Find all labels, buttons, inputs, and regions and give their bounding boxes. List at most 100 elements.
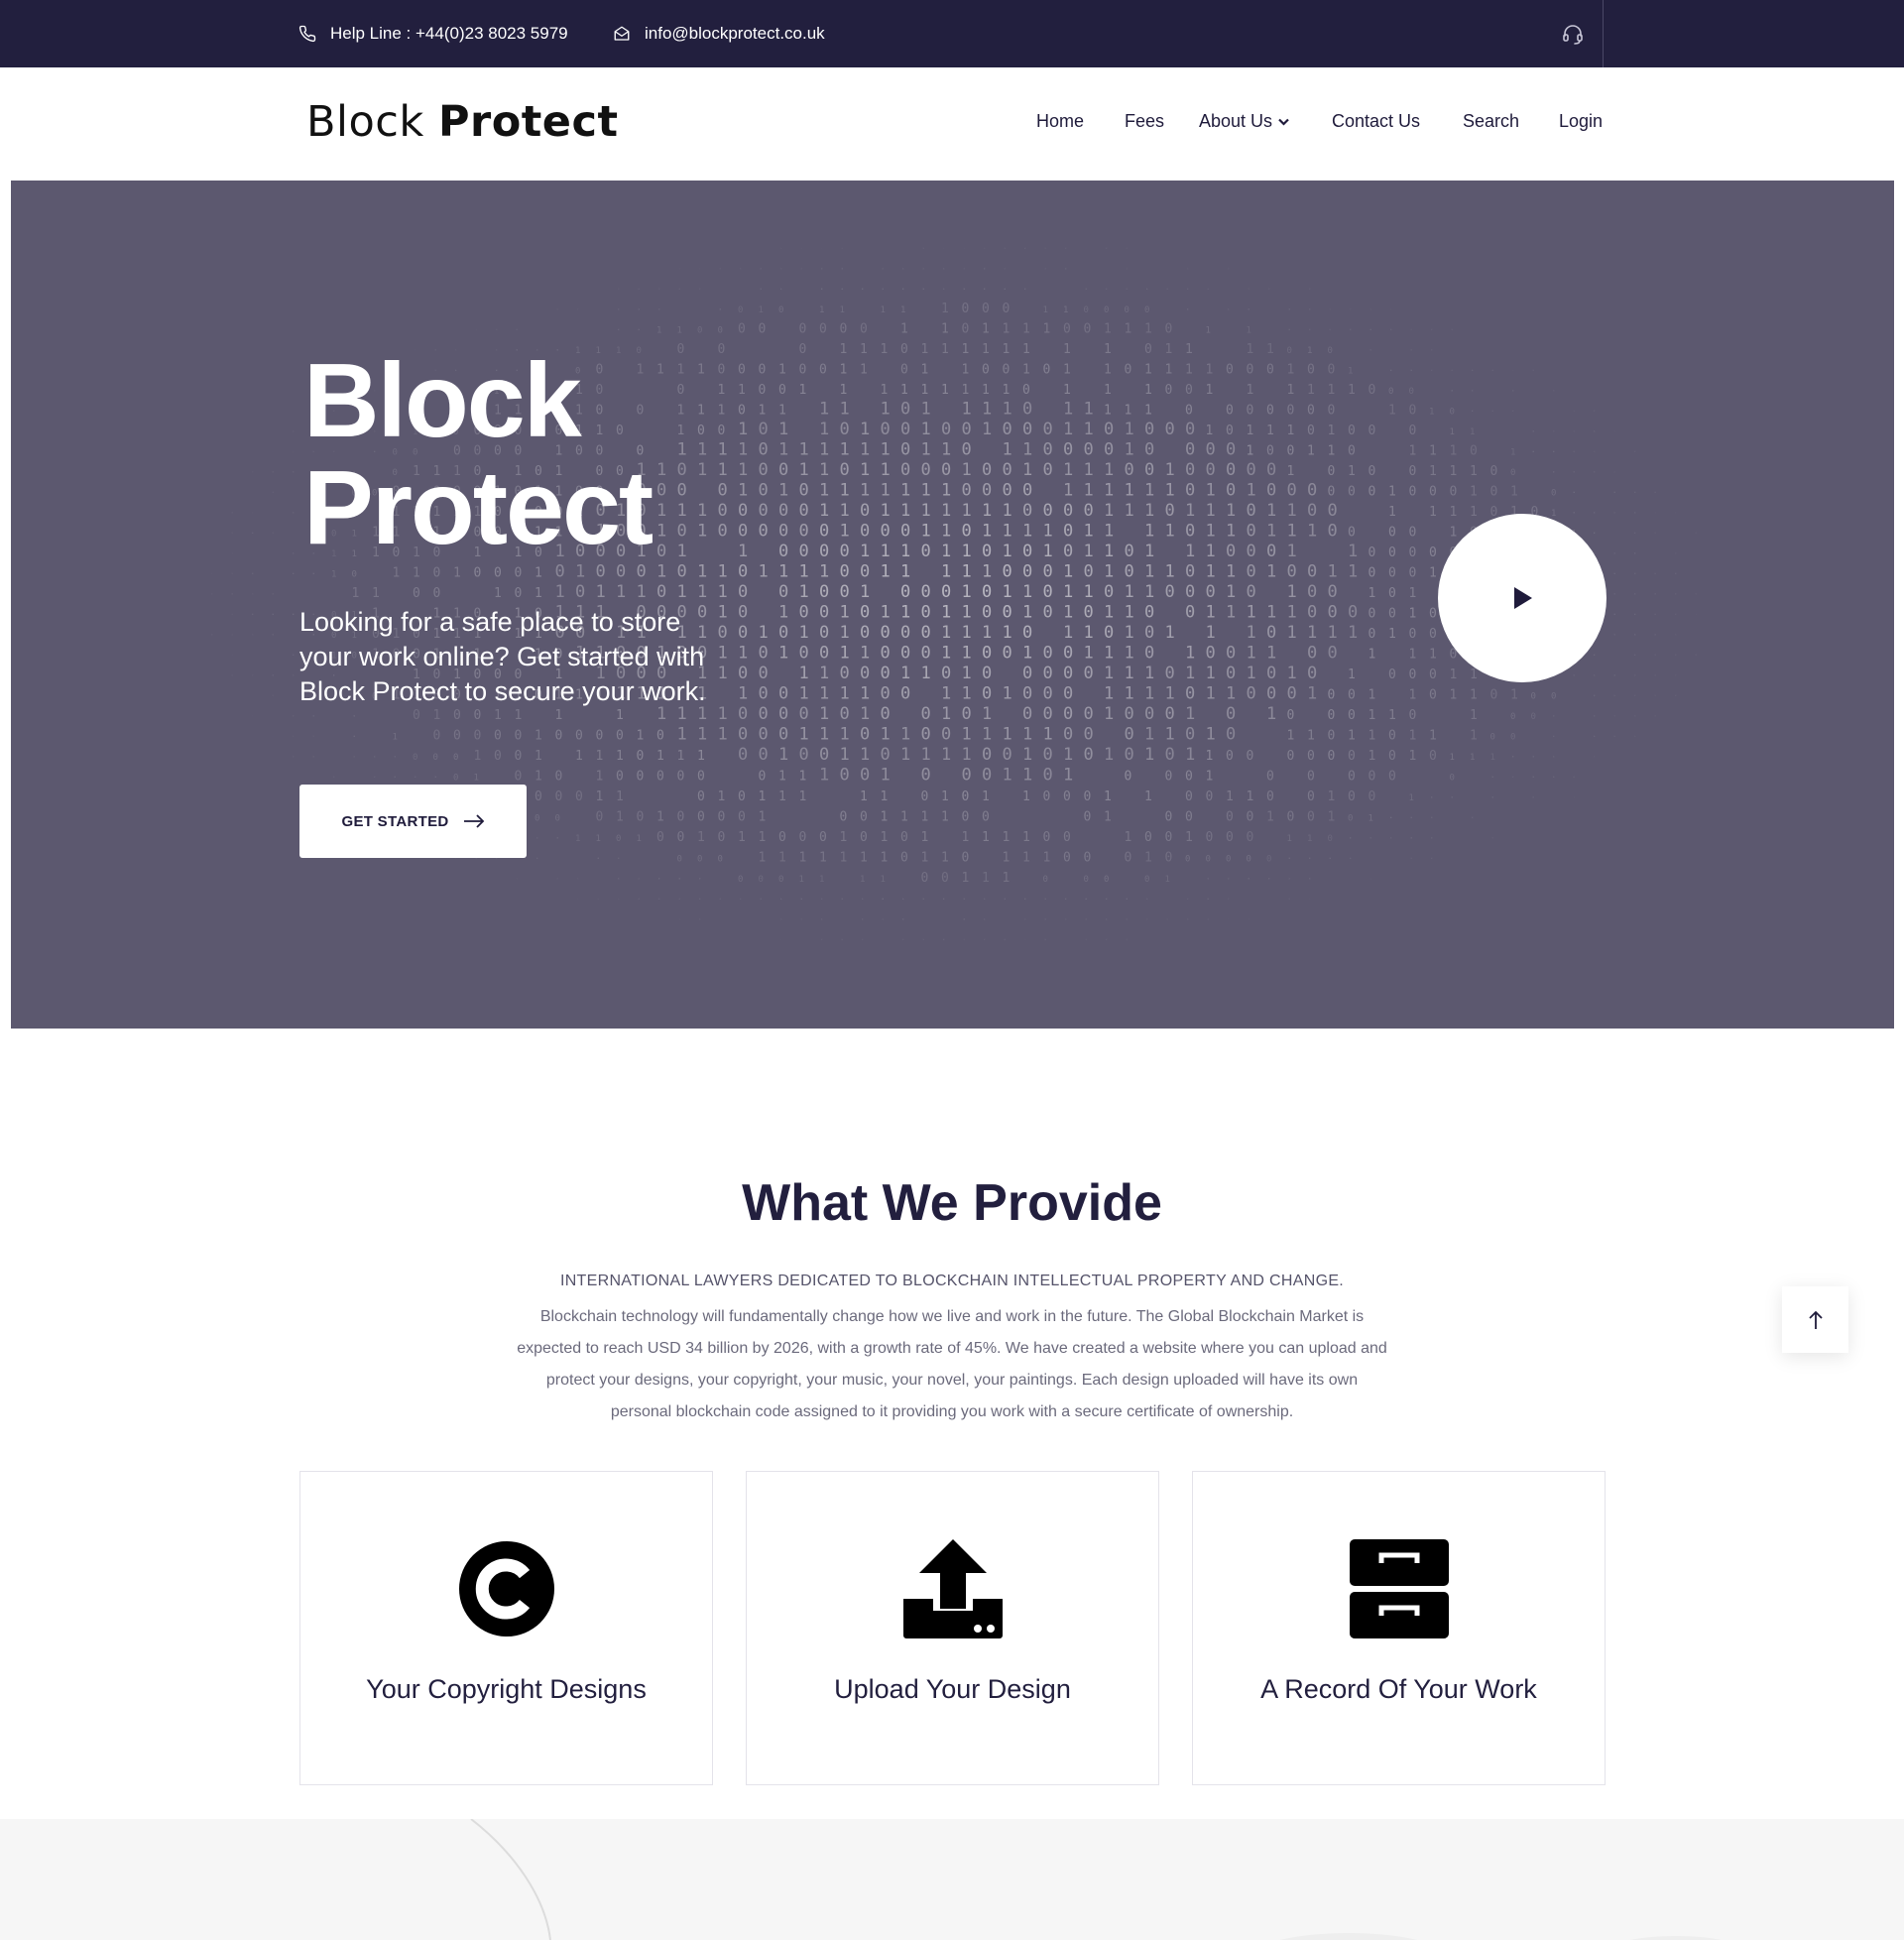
svg-text:·: · (1409, 814, 1414, 824)
svg-text:·: · (291, 549, 296, 559)
svg-text:0: 0 (900, 420, 910, 439)
svg-text:0: 0 (1043, 766, 1053, 786)
nav-search[interactable]: Search (1463, 111, 1519, 132)
svg-text:0: 0 (1206, 582, 1216, 602)
svg-text:1: 1 (677, 363, 685, 378)
svg-text:0: 0 (759, 481, 769, 501)
svg-text:1: 1 (1206, 424, 1214, 438)
svg-text:·: · (575, 305, 580, 315)
svg-text:·: · (291, 733, 296, 743)
svg-text:1: 1 (860, 684, 870, 704)
svg-text:0: 0 (1063, 684, 1073, 704)
svg-text:0: 0 (1388, 526, 1396, 541)
svg-text:·: · (291, 753, 296, 763)
svg-text:0: 0 (1368, 383, 1376, 398)
helpline[interactable]: Help Line : +44(0)23 8023 5979 (298, 0, 568, 67)
svg-text:0: 0 (677, 522, 687, 542)
svg-text:·: · (1022, 936, 1027, 946)
svg-text:1: 1 (1307, 623, 1317, 643)
svg-text:1: 1 (1125, 603, 1134, 623)
chevron-down-icon (1278, 118, 1289, 126)
svg-text:1: 1 (1206, 542, 1216, 561)
svg-text:1: 1 (1165, 481, 1175, 501)
svg-text:1: 1 (962, 383, 970, 398)
svg-text:0: 0 (1165, 420, 1175, 439)
svg-text:·: · (1247, 305, 1251, 315)
nav-fees[interactable]: Fees (1125, 111, 1164, 132)
svg-text:1: 1 (1388, 708, 1396, 723)
svg-text:0: 0 (738, 704, 748, 724)
svg-text:0: 0 (1490, 464, 1498, 479)
svg-text:0: 0 (962, 420, 972, 439)
svg-text:·: · (921, 245, 926, 255)
svg-text:0: 0 (840, 582, 850, 602)
svg-text:1: 1 (637, 729, 645, 744)
svg-text:0: 0 (575, 729, 583, 744)
svg-text:·: · (1612, 427, 1617, 437)
svg-text:1: 1 (596, 789, 604, 804)
nav-home[interactable]: Home (1036, 111, 1084, 132)
svg-text:1: 1 (1226, 603, 1236, 623)
svg-text:0: 0 (1490, 688, 1498, 703)
svg-text:·: · (250, 671, 255, 681)
hero-banner: · · · · · · · · · · · · · · · · · · · · · · · · · · · · · · · · · · · · · · · ·… (11, 181, 1894, 1029)
svg-text:1: 1 (759, 810, 767, 825)
svg-text:1: 1 (1084, 522, 1094, 542)
svg-text:1: 1 (1470, 464, 1478, 479)
svg-text:·: · (1632, 712, 1637, 722)
scroll-to-top-button[interactable] (1782, 1286, 1848, 1353)
svg-text:1: 1 (759, 830, 767, 845)
svg-text:·: · (1673, 509, 1678, 519)
svg-text:0: 0 (900, 644, 910, 664)
svg-text:1: 1 (962, 542, 972, 561)
svg-text:1: 1 (1144, 664, 1154, 683)
svg-text:1: 1 (1266, 501, 1276, 521)
svg-text:0: 0 (1287, 749, 1295, 764)
svg-text:1: 1 (921, 664, 931, 683)
svg-text:·: · (1592, 753, 1597, 763)
svg-text:1: 1 (1266, 704, 1276, 724)
svg-text:1: 1 (860, 440, 870, 460)
svg-text:0: 0 (759, 363, 767, 378)
service-card-copyright[interactable]: Your Copyright Designs (299, 1471, 713, 1785)
play-video-button[interactable] (1438, 514, 1606, 682)
get-started-button[interactable]: GET STARTED (299, 785, 527, 858)
svg-text:·: · (616, 875, 621, 885)
svg-text:·: · (982, 915, 987, 925)
svg-text:1: 1 (799, 875, 804, 885)
svg-text:·: · (1125, 915, 1130, 925)
svg-text:1: 1 (962, 582, 972, 602)
service-card-upload[interactable]: Upload Your Design (746, 1471, 1159, 1785)
svg-text:1: 1 (1206, 562, 1216, 582)
service-card-record[interactable]: A Record Of Your Work (1192, 1471, 1606, 1785)
svg-text:·: · (1429, 814, 1434, 824)
svg-text:1: 1 (881, 501, 891, 521)
nav-contact[interactable]: Contact Us (1332, 111, 1420, 132)
svg-text:·: · (291, 448, 296, 458)
svg-text:·: · (616, 896, 621, 906)
svg-text:0: 0 (819, 522, 829, 542)
archive-icon (1350, 1539, 1449, 1638)
svg-text:1: 1 (1510, 485, 1518, 500)
svg-text:·: · (1368, 305, 1373, 315)
svg-text:0: 0 (900, 830, 908, 845)
svg-text:·: · (941, 265, 946, 275)
svg-text:1: 1 (535, 586, 542, 601)
svg-text:0: 0 (1328, 363, 1336, 378)
svg-text:1: 1 (1022, 766, 1032, 786)
svg-text:·: · (1470, 408, 1475, 418)
nav-login[interactable]: Login (1559, 111, 1603, 132)
svg-text:1: 1 (982, 562, 992, 582)
svg-text:1: 1 (1063, 342, 1071, 357)
svg-text:0: 0 (1247, 749, 1254, 764)
svg-text:1: 1 (819, 664, 829, 683)
svg-text:1: 1 (1144, 363, 1152, 378)
svg-text:1: 1 (941, 603, 951, 623)
svg-text:0: 0 (1185, 481, 1195, 501)
email-link[interactable]: info@blockprotect.co.uk (613, 0, 825, 67)
svg-text:0: 0 (1084, 789, 1092, 804)
svg-text:1: 1 (799, 623, 809, 643)
nav-about[interactable]: About Us (1199, 111, 1289, 132)
headset-icon[interactable] (1561, 22, 1585, 46)
svg-text:·: · (982, 265, 987, 275)
